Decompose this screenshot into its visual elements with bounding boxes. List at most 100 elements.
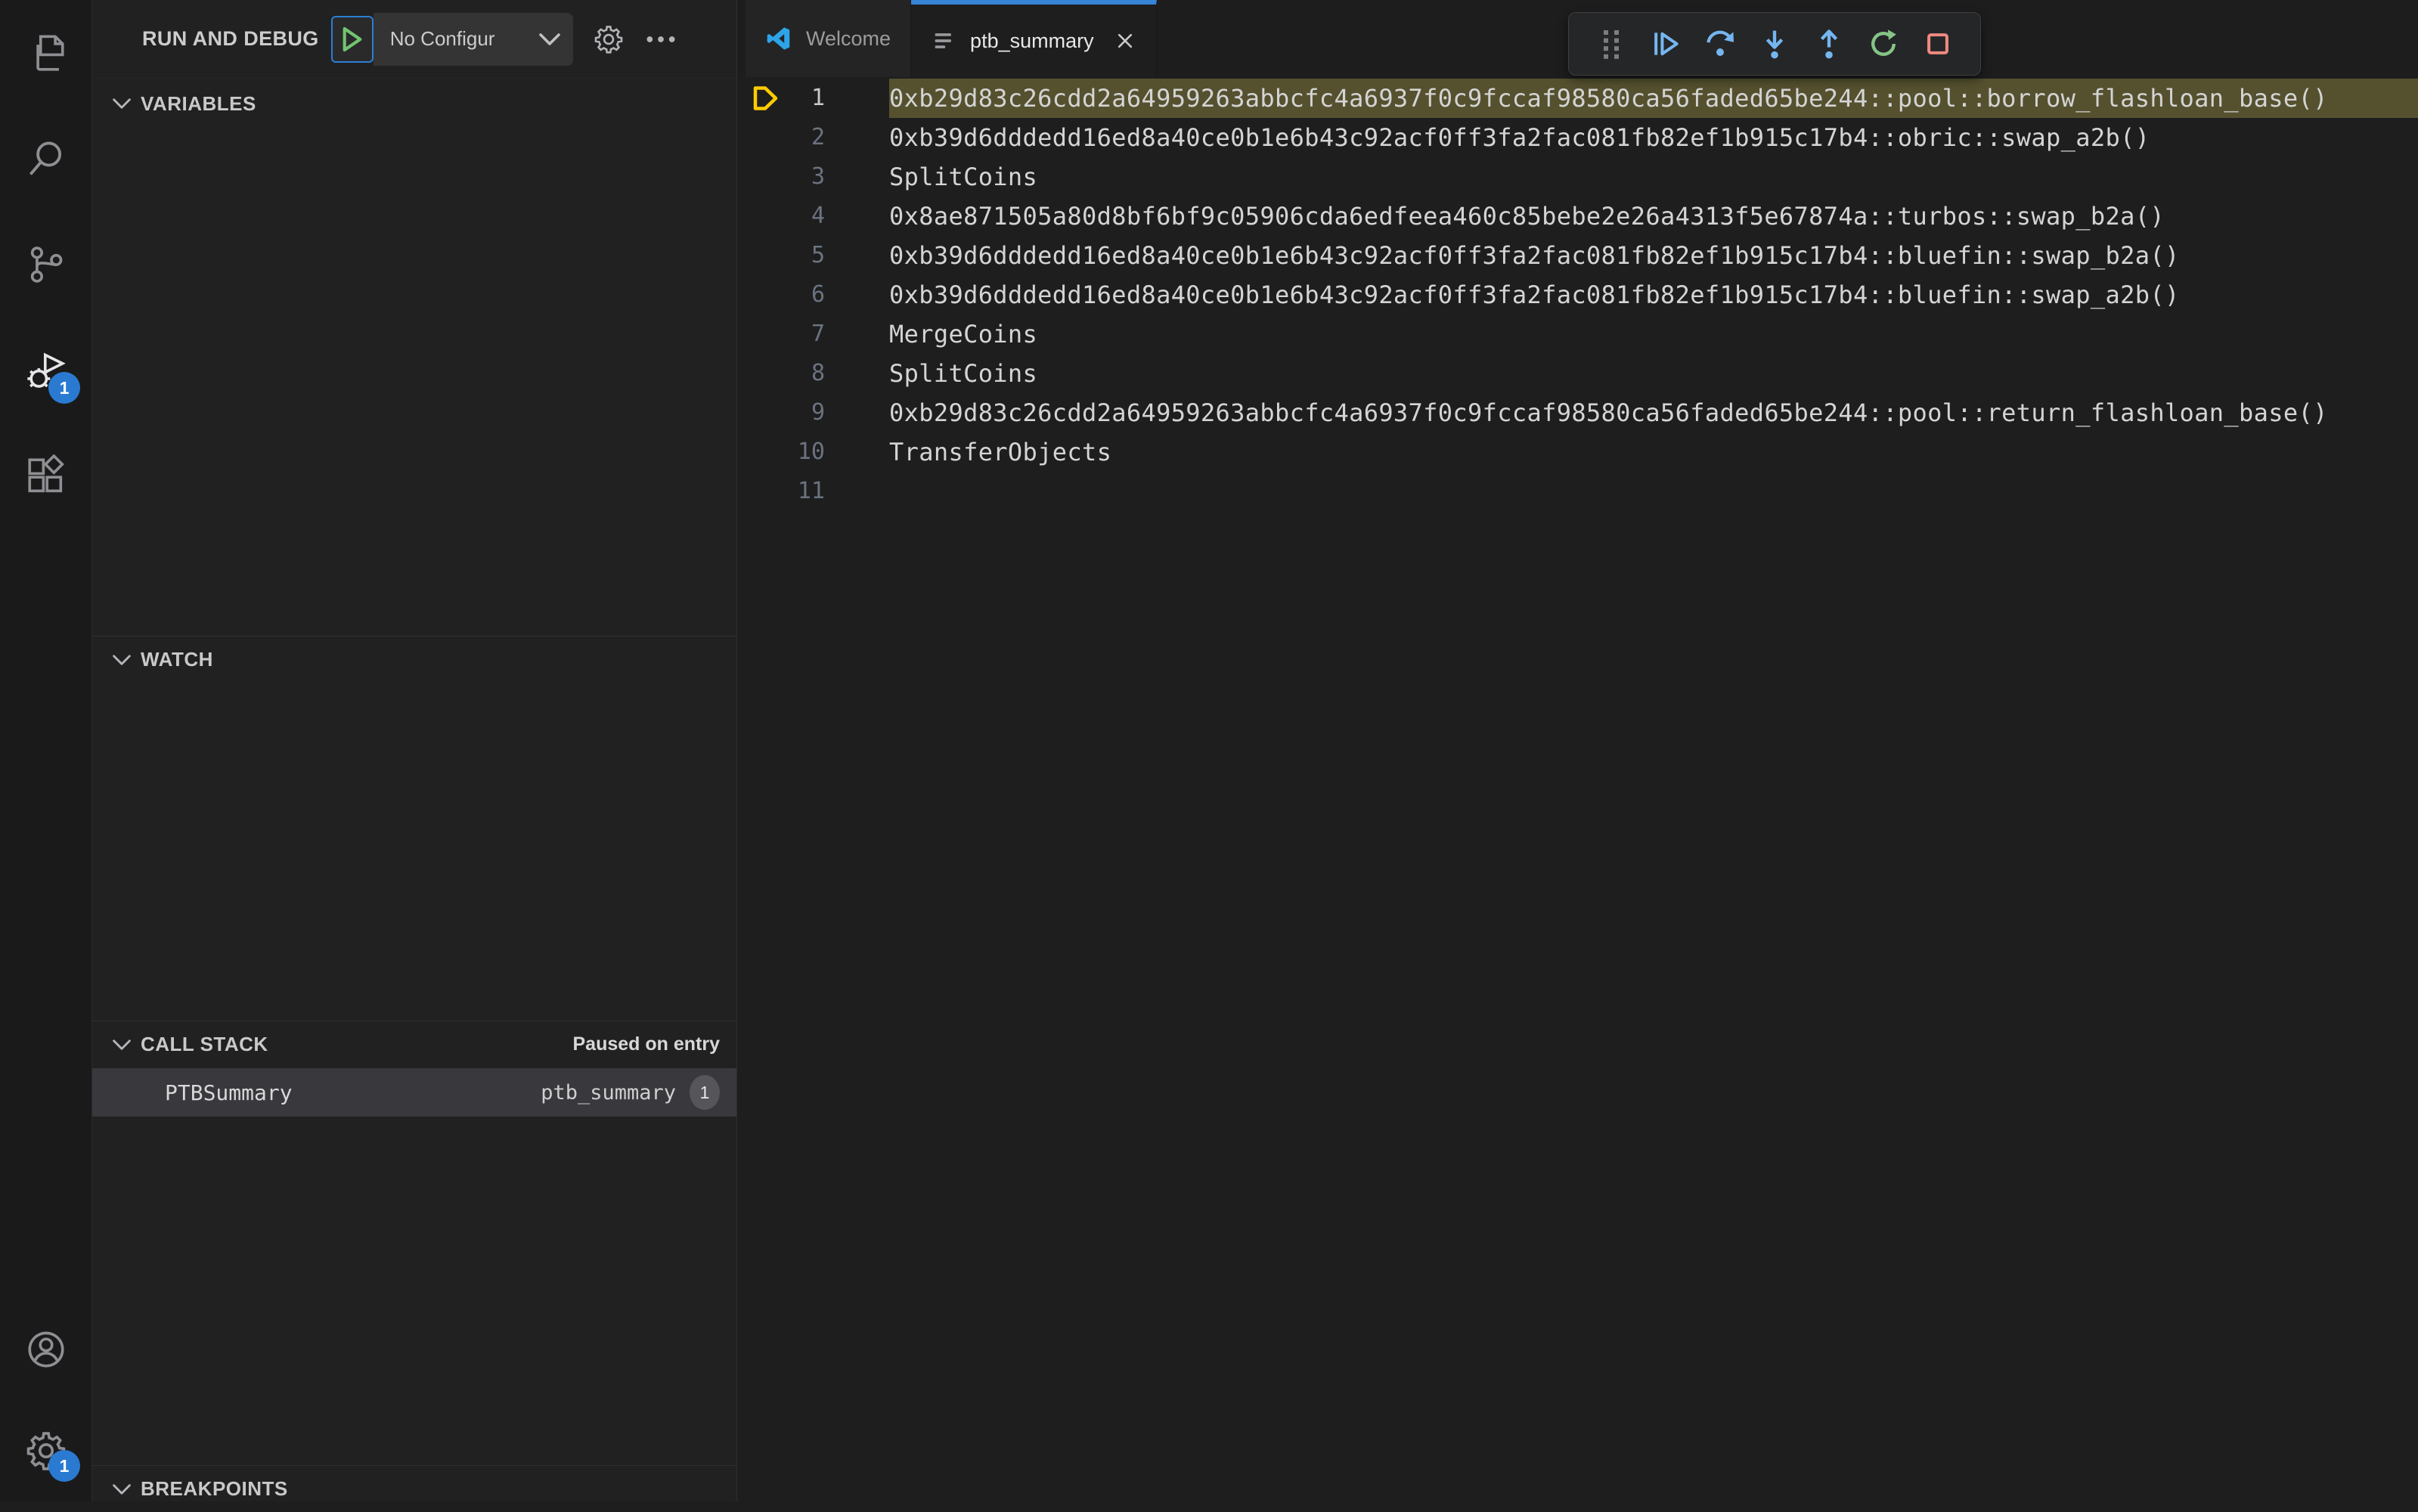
section-header-variables[interactable]: VARIABLES <box>92 80 736 127</box>
chevron-down-icon <box>538 32 561 47</box>
list-icon <box>931 28 956 54</box>
line-text: SplitCoins <box>889 157 2418 197</box>
gutter[interactable]: 6 <box>738 275 889 314</box>
step-into-icon <box>1758 27 1791 60</box>
tab-welcome[interactable]: Welcome <box>746 0 911 77</box>
tab-ptb-summary[interactable]: ptb_summary <box>911 0 1157 77</box>
line-text: 0xb39d6dddedd16ed8a40ce0b1e6b43c92acf0ff… <box>889 118 2418 157</box>
line-text: SplitCoins <box>889 354 2418 393</box>
sidebar-item-extensions[interactable] <box>0 423 92 529</box>
chevron-down-icon <box>112 94 132 113</box>
step-out-button[interactable] <box>1812 27 1846 60</box>
line-number: 5 <box>738 236 825 275</box>
settings-button[interactable]: 1 <box>0 1400 92 1501</box>
line-text: 0xb39d6dddedd16ed8a40ce0b1e6b43c92acf0ff… <box>889 275 2418 314</box>
code-line[interactable]: 60xb39d6dddedd16ed8a40ce0b1e6b43c92acf0f… <box>738 275 2418 314</box>
gutter[interactable]: 8 <box>738 354 889 393</box>
code-line[interactable]: 2 0xb39d6dddedd16ed8a40ce0b1e6b43c92acf0f… <box>738 118 2418 157</box>
debug-configuration-label: No Configur <box>390 27 538 51</box>
line-number: 9 <box>738 393 825 432</box>
section-label: BREAKPOINTS <box>141 1477 288 1501</box>
code-line[interactable]: 3 SplitCoins <box>738 157 2418 197</box>
gutter[interactable]: 11 <box>738 472 889 511</box>
continue-icon <box>1649 27 1682 60</box>
line-text: 0xb29d83c26cdd2a64959263abbcfc4a6937f0c9… <box>889 393 2418 432</box>
accounts-button[interactable] <box>0 1299 92 1400</box>
sidebar-item-explorer[interactable] <box>0 0 92 106</box>
debug-settings-button[interactable] <box>593 23 625 55</box>
stop-button[interactable] <box>1921 27 1955 60</box>
source-control-icon <box>24 243 68 287</box>
tab-label: Welcome <box>806 27 891 51</box>
sidebar-pane-header: RUN AND DEBUG No Configur <box>92 0 736 79</box>
line-text: 0x8ae871505a80d8bf6bf9c05906cda6edfeea46… <box>889 197 2418 236</box>
line-text: 0xb29d83c26cdd2a64959263abbcfc4a6937f0c9… <box>889 79 2418 118</box>
gutter[interactable]: 9 <box>738 393 889 432</box>
step-into-button[interactable] <box>1758 27 1791 60</box>
line-number: 3 <box>738 157 825 197</box>
stop-icon <box>1921 27 1955 60</box>
gutter[interactable]: 10 <box>738 432 889 472</box>
chevron-down-icon <box>112 1035 132 1055</box>
run-controls: No Configur <box>331 13 677 66</box>
sidebar-title: RUN AND DEBUG <box>142 27 319 51</box>
line-text: 0xb39d6dddedd16ed8a40ce0b1e6b43c92acf0ff… <box>889 236 2418 275</box>
debug-badge: 1 <box>48 372 80 404</box>
restart-icon <box>1867 27 1900 60</box>
frame-badge: 1 <box>690 1075 720 1110</box>
call-stack-frame-row[interactable]: PTBSummary ptb_summary 1 <box>92 1068 736 1117</box>
sidebar-item-source-control[interactable] <box>0 212 92 318</box>
line-number: 4 <box>738 197 825 236</box>
chevron-down-icon <box>112 650 132 670</box>
section-header-watch[interactable]: WATCH <box>92 636 736 683</box>
sidebar-item-search[interactable] <box>0 106 92 212</box>
code-line[interactable]: 10 TransferObjects <box>738 432 2418 472</box>
views-more-actions-button[interactable] <box>644 23 677 56</box>
line-text <box>889 472 2418 511</box>
start-debugging-button[interactable] <box>331 16 374 63</box>
line-number: 7 <box>738 314 825 354</box>
gutter[interactable]: 3 <box>738 157 889 197</box>
line-text: TransferObjects <box>889 432 2418 472</box>
editor-group: Welcome ptb_summary <box>738 0 2418 1501</box>
sidebar-item-run-and-debug[interactable]: 1 <box>0 318 92 423</box>
section-label: VARIABLES <box>141 92 256 116</box>
pause-reason-status: Paused on entry <box>573 1033 721 1055</box>
gutter[interactable]: 7 <box>738 314 889 354</box>
gutter[interactable]: 4 <box>738 197 889 236</box>
line-number: 1 <box>738 79 825 118</box>
code-line[interactable]: 4 0x8ae871505a80d8bf6bf9c05906cda6edfeea4… <box>738 197 2418 236</box>
gutter[interactable]: 1 <box>738 79 889 118</box>
gear-icon <box>593 23 625 55</box>
toolbar-gripper-handle[interactable] <box>1595 27 1628 60</box>
code-line[interactable]: 1 0xb29d83c26cdd2a64959263abbcfc4a6937f0c… <box>738 79 2418 118</box>
step-over-button[interactable] <box>1703 27 1737 60</box>
code-area[interactable]: 1 0xb29d83c26cdd2a64959263abbcfc4a6937f0c… <box>738 77 2418 1501</box>
search-icon <box>24 137 68 181</box>
continue-button[interactable] <box>1649 27 1682 60</box>
section-label: CALL STACK <box>141 1033 268 1056</box>
close-icon[interactable] <box>1114 29 1136 52</box>
code-line[interactable]: 11 <box>738 472 2418 511</box>
debug-configuration-dropdown[interactable]: No Configur <box>374 13 573 66</box>
code-line[interactable]: 9 0xb29d83c26cdd2a64959263abbcfc4a6937f0c… <box>738 393 2418 432</box>
code-line[interactable]: 5 0xb39d6dddedd16ed8a40ce0b1e6b43c92acf0f… <box>738 236 2418 275</box>
gutter[interactable]: 5 <box>738 236 889 275</box>
gripper-icon <box>1600 29 1623 59</box>
code-lines: 1 0xb29d83c26cdd2a64959263abbcfc4a6937f0c… <box>738 79 2418 511</box>
step-out-icon <box>1812 27 1846 60</box>
ellipsis-icon <box>644 23 677 56</box>
code-line[interactable]: 8SplitCoins <box>738 354 2418 393</box>
line-number: 2 <box>738 118 825 157</box>
line-number: 10 <box>738 432 825 472</box>
tab-label: ptb_summary <box>970 29 1094 53</box>
section-header-call-stack[interactable]: CALL STACK Paused on entry <box>92 1021 736 1067</box>
restart-button[interactable] <box>1867 27 1900 60</box>
frame-source-group: ptb_summary 1 <box>541 1075 720 1110</box>
vscode-logo-icon <box>765 25 792 52</box>
code-line[interactable]: 7 MergeCoins <box>738 314 2418 354</box>
gutter[interactable]: 2 <box>738 118 889 157</box>
files-icon <box>24 31 68 75</box>
section-header-breakpoints[interactable]: BREAKPOINTS <box>92 1465 736 1512</box>
line-text: MergeCoins <box>889 314 2418 354</box>
